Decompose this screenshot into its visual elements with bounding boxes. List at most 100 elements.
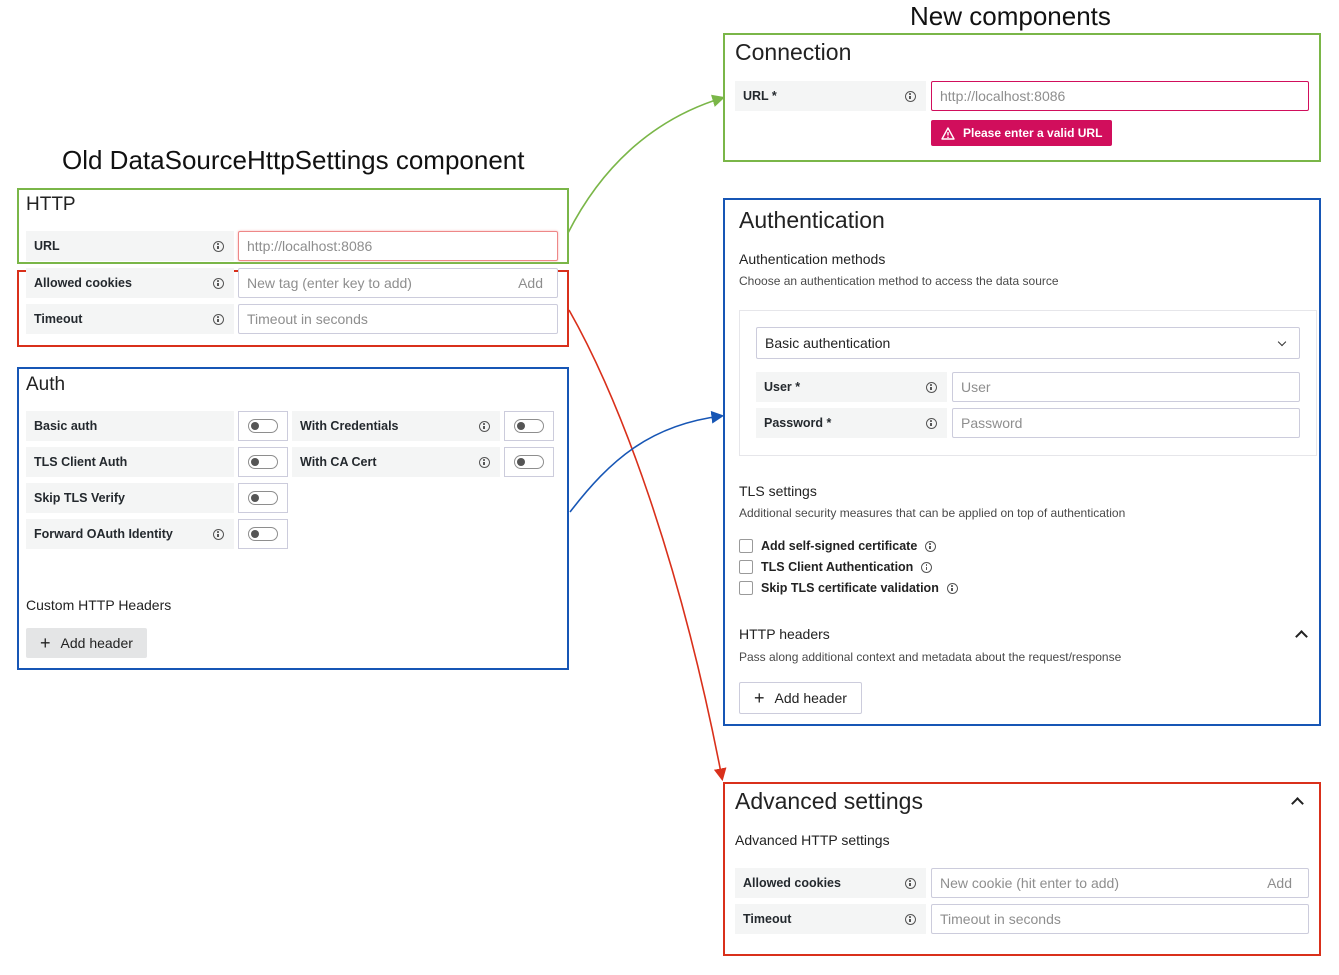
tls-option-self-signed[interactable]: Add self-signed certificate [739,539,937,553]
auth-method-select[interactable]: Basic authentication [756,327,1300,359]
advanced-subtitle: Advanced HTTP settings [735,832,890,848]
toggle-switch[interactable] [248,419,278,433]
http-headers-title: HTTP headers [739,626,830,642]
old-add-header-button[interactable]: + Add header [26,628,147,658]
old-http-title: HTTP [26,194,76,215]
tls-client-auth-label-text: TLS Client Auth [34,455,128,469]
password-label-text: Password * [764,416,832,430]
info-icon[interactable] [925,540,937,552]
new-url-input[interactable]: http://localhost:8086 [931,81,1309,111]
new-add-header-label: Add header [774,690,847,706]
user-input[interactable]: User [952,372,1300,402]
new-allowed-cookies-label-text: Allowed cookies [743,876,841,890]
url-error-text: Please enter a valid URL [963,126,1103,140]
toggle-switch[interactable] [514,455,544,469]
old-url-placeholder: http://localhost:8086 [247,238,373,254]
old-component-heading: Old DataSourceHttpSettings component [62,145,525,175]
info-icon[interactable] [926,417,937,429]
warning-icon [941,126,955,140]
info-icon[interactable] [479,456,490,468]
info-icon[interactable] [905,877,916,889]
forward-oauth-toggle[interactable] [238,519,288,549]
info-icon[interactable] [213,240,224,252]
tls-client-auth-label: TLS Client Auth [26,447,234,477]
new-timeout-label-text: Timeout [743,912,792,926]
user-placeholder: User [961,379,991,395]
old-url-label: URL [26,231,234,261]
old-allowed-cookies-label: Allowed cookies [26,268,234,298]
info-icon[interactable] [905,913,916,925]
skip-tls-verify-toggle[interactable] [238,483,288,513]
plus-icon: + [40,633,51,653]
new-components-heading: New components [910,1,1111,31]
forward-oauth-label: Forward OAuth Identity [26,519,234,549]
auth-method-selected: Basic authentication [765,335,891,351]
tls-client-auth-toggle[interactable] [238,447,288,477]
toggle-switch[interactable] [248,527,278,541]
user-label: User * [756,372,947,402]
forward-oauth-label-text: Forward OAuth Identity [34,527,173,541]
toggle-switch[interactable] [514,419,544,433]
info-icon[interactable] [921,561,933,573]
info-icon[interactable] [946,582,958,594]
skip-tls-verify-label-text: Skip TLS Verify [34,491,126,505]
old-allowed-cookies-placeholder: New tag (enter key to add) [247,275,412,291]
old-timeout-label: Timeout [26,304,234,334]
info-icon[interactable] [213,528,224,540]
basic-auth-toggle[interactable] [238,411,288,441]
new-url-label: URL * [735,81,926,111]
password-placeholder: Password [961,415,1023,431]
with-ca-cert-toggle[interactable] [504,447,554,477]
info-icon[interactable] [213,313,224,325]
new-allowed-cookies-label: Allowed cookies [735,868,926,898]
old-add-header-label: Add header [60,635,133,651]
tls-settings-desc: Additional security measures that can be… [739,506,1126,520]
skip-tls-verify-label: Skip TLS Verify [26,483,234,513]
blue-arrow [569,410,725,513]
new-add-header-button[interactable]: + Add header [739,682,862,714]
checkbox[interactable] [739,560,753,574]
with-credentials-label-text: With Credentials [300,419,399,433]
info-icon[interactable] [926,381,937,393]
info-icon[interactable] [479,420,490,432]
checkbox[interactable] [739,539,753,553]
old-timeout-label-text: Timeout [34,312,83,326]
with-credentials-toggle[interactable] [504,411,554,441]
password-label: Password * [756,408,947,438]
old-allowed-cookies-label-text: Allowed cookies [34,276,132,290]
old-allowed-cookies-input[interactable]: New tag (enter key to add) Add [238,268,558,298]
new-url-label-text: URL * [743,89,777,103]
plus-icon: + [754,688,765,708]
toggle-switch[interactable] [248,455,278,469]
basic-auth-label: Basic auth [26,411,234,441]
tls-option-client-auth[interactable]: TLS Client Authentication [739,560,933,574]
tls-option-skip-validation[interactable]: Skip TLS certificate validation [739,581,958,595]
info-icon[interactable] [213,277,224,289]
tls-option-label: Add self-signed certificate [761,539,918,553]
new-allowed-cookies-input[interactable]: New cookie (hit enter to add) Add [931,868,1309,898]
info-icon[interactable] [905,90,916,102]
old-url-label-text: URL [34,239,60,253]
url-error-message: Please enter a valid URL [931,120,1113,146]
chevron-down-icon [1277,337,1287,346]
new-allowed-cookies-add-button[interactable]: Add [1267,875,1292,891]
old-url-input[interactable]: http://localhost:8086 [238,231,558,261]
with-credentials-label: With Credentials [292,411,500,441]
old-allowed-cookies-add-button[interactable]: Add [518,275,543,291]
with-ca-cert-label: With CA Cert [292,447,500,477]
password-input[interactable]: Password [952,408,1300,438]
old-auth-title: Auth [26,374,66,395]
tls-option-label: TLS Client Authentication [761,560,914,574]
checkbox[interactable] [739,581,753,595]
new-timeout-placeholder: Timeout in seconds [940,911,1061,927]
with-ca-cert-label-text: With CA Cert [300,455,377,469]
new-timeout-label: Timeout [735,904,926,934]
auth-methods-desc: Choose an authentication method to acces… [739,274,1059,288]
auth-methods-title: Authentication methods [739,251,886,267]
old-timeout-input[interactable]: Timeout in seconds [238,304,558,334]
advanced-title: Advanced settings [735,788,923,814]
new-timeout-input[interactable]: Timeout in seconds [931,904,1309,934]
user-label-text: User * [764,380,801,394]
toggle-switch[interactable] [248,491,278,505]
new-url-placeholder: http://localhost:8086 [940,88,1066,104]
